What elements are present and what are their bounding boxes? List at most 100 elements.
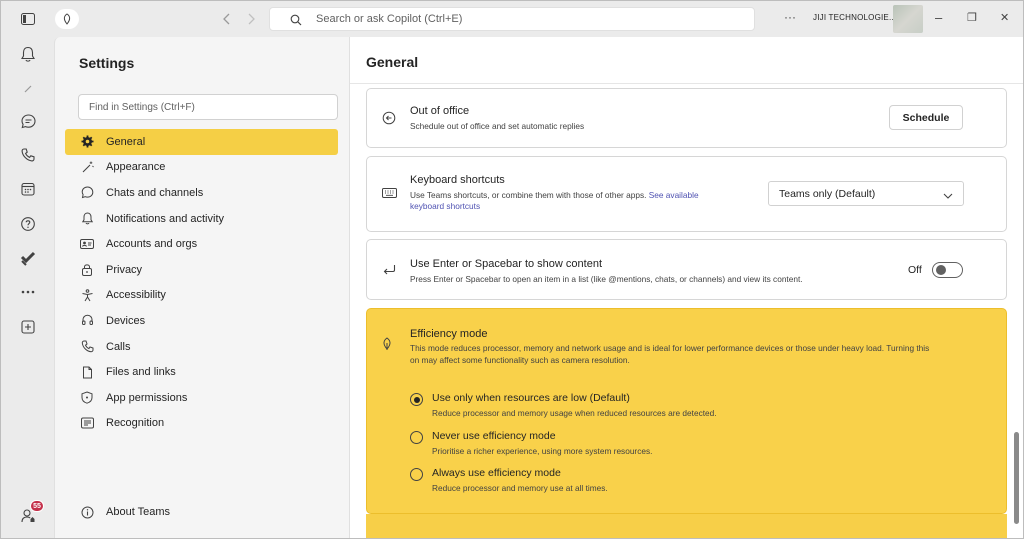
calls-phone-icon[interactable] [17,144,39,166]
close-icon[interactable]: ✕ [1000,11,1009,24]
leaf-icon [381,337,393,356]
minimize-icon[interactable]: – [935,10,942,25]
info-icon [80,505,94,519]
toggle-state-label: Off [908,264,922,276]
nav-item-label: Calls [106,340,131,353]
radio-button[interactable] [410,431,423,444]
nav-item-recognition[interactable]: Recognition [65,411,338,437]
nav-item-files-and-links[interactable]: Files and links [65,359,338,385]
nav-item-label: Recognition [106,417,165,430]
enter-spacebar-card: Use Enter or Spacebar to show content Pr… [366,239,1007,300]
nav-item-label: Accessibility [106,289,166,302]
keyboard-shortcuts-select[interactable]: Teams only (Default) [768,181,964,206]
page-title: General [366,54,419,70]
nav-item-appearance[interactable]: Appearance [65,155,338,181]
magic-wand-icon [80,160,94,174]
enter-spacebar-toggle[interactable] [932,262,963,278]
copilot-icon[interactable] [55,9,79,29]
title-bar: Search or ask Copilot (Ctrl+E) ··· JIJI … [1,1,1023,37]
recognition-icon [80,416,94,430]
calendar-icon[interactable] [17,178,39,200]
radio-option-desc: Reduce processor and memory use at all t… [432,483,608,493]
schedule-button[interactable]: Schedule [889,105,963,130]
radio-option-desc: Prioritise a richer experience, using mo… [432,446,653,456]
id-card-icon [80,237,94,251]
nav-item-label: Privacy [106,263,143,276]
sidebar-toggle-icon[interactable] [19,10,37,28]
nav-item-privacy[interactable]: Privacy [65,257,338,283]
app-rail: 55 [1,37,54,538]
restore-icon[interactable]: ❐ [967,11,977,24]
next-card-highlight [366,514,1007,538]
search-box[interactable]: Search or ask Copilot (Ctrl+E) [269,7,755,31]
radio-option-title: Always use efficiency mode [432,467,561,479]
nav-item-general[interactable]: General [65,129,338,155]
nav-item-notifications[interactable]: Notifications and activity [65,206,338,232]
headset-icon [80,314,94,328]
nav-item-label: Accounts and orgs [106,238,198,251]
help-icon[interactable] [17,213,39,235]
enter-spacebar-title: Use Enter or Spacebar to show content [410,258,602,270]
enter-key-icon [381,262,397,278]
nav-item-accounts-and-orgs[interactable]: Accounts and orgs [65,231,338,257]
keyboard-shortcuts-link[interactable]: keyboard shortcuts [410,201,480,211]
planner-app-icon[interactable] [17,247,39,269]
shield-icon [80,391,94,405]
keyboard-icon [381,185,397,201]
radio-button-checked[interactable] [410,393,423,406]
gear-icon [80,135,94,149]
efficiency-desc-line1: This mode reduces processor, memory and … [410,343,930,353]
toggle-knob [936,265,946,275]
activity-bell-icon[interactable] [17,43,39,65]
nav-item-app-permissions[interactable]: App permissions [65,385,338,411]
radio-button[interactable] [410,468,423,481]
general-settings-pane: General Out of office Schedule out of of… [350,37,1023,538]
scrollbar-thumb[interactable] [1014,432,1019,524]
efficiency-mode-card: Efficiency mode This mode reduces proces… [366,308,1007,514]
about-teams-label: About Teams [106,506,171,518]
out-of-office-desc: Schedule out of office and set automatic… [410,121,585,131]
settings-nav: General Appearance Chats and channels No… [65,129,338,436]
chat-icon[interactable] [17,110,39,132]
search-icon [290,13,302,31]
document-icon [80,365,94,379]
keyboard-shortcuts-desc: Use Teams shortcuts, or combine them wit… [410,190,750,212]
accessibility-icon [80,288,94,302]
add-apps-icon[interactable] [17,316,39,338]
org-name[interactable]: JIJI TECHNOLOGIE... [813,13,896,22]
radio-option-title: Use only when resources are low (Default… [432,392,630,404]
keyboard-shortcuts-desc-text: Use Teams shortcuts, or combine them wit… [410,190,647,200]
nav-item-label: App permissions [106,391,188,404]
about-teams-link[interactable]: About Teams [80,505,170,519]
nav-item-label: Notifications and activity [106,212,224,225]
out-of-office-arrow-icon [381,110,397,126]
nav-item-calls[interactable]: Calls [65,334,338,360]
radio-option-title: Never use efficiency mode [432,430,556,442]
nav-item-label: Appearance [106,161,166,174]
nav-item-label: Files and links [106,366,176,379]
forward-arrow-icon[interactable] [242,10,260,28]
avatar[interactable] [893,5,923,33]
pencil-icon[interactable] [17,78,39,100]
efficiency-mode-desc: This mode reduces processor, memory and … [410,343,1000,366]
nav-item-chats-and-channels[interactable]: Chats and channels [65,180,338,206]
settings-title: Settings [79,55,135,71]
enter-spacebar-desc: Press Enter or Spacebar to open an item … [410,274,803,284]
more-apps-icon[interactable] [17,281,39,303]
find-in-settings-field[interactable] [78,94,338,120]
bell-icon [80,212,94,226]
nav-item-label: General [106,135,146,148]
nav-item-label: Devices [106,314,146,327]
see-available-link[interactable]: See available [649,190,699,200]
out-of-office-card: Out of office Schedule out of office and… [366,88,1007,148]
nav-item-accessibility[interactable]: Accessibility [65,283,338,309]
out-of-office-title: Out of office [410,105,470,117]
find-in-settings-input[interactable] [79,95,337,119]
efficiency-desc-line2: on may affect some functionality such as… [410,354,630,365]
back-arrow-icon[interactable] [218,10,236,28]
keyboard-shortcuts-select-value: Teams only (Default) [779,187,876,200]
more-options-icon[interactable]: ··· [784,10,796,24]
lock-icon [80,263,94,277]
nav-item-devices[interactable]: Devices [65,308,338,334]
chevron-down-icon [943,190,953,202]
